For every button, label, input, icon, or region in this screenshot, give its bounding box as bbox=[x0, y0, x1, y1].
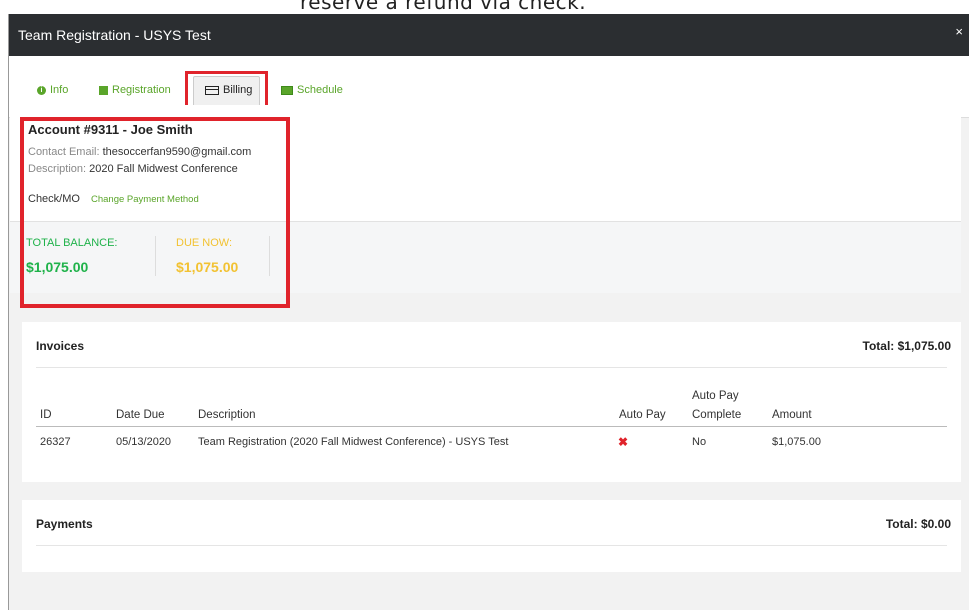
payments-card: Payments Total: $0.00 bbox=[22, 500, 961, 572]
invoices-title: Invoices bbox=[36, 339, 85, 353]
invoice-id: 26327 bbox=[40, 436, 71, 448]
column-header-auto-pay-complete-line2: Complete bbox=[692, 409, 742, 421]
invoice-date-due: 05/13/2020 bbox=[116, 436, 172, 448]
modal-title: Team Registration - USYS Test bbox=[18, 27, 211, 43]
auto-pay-x-icon: ✖ bbox=[618, 435, 629, 449]
invoices-total: Total: $1,075.00 bbox=[862, 339, 952, 353]
invoice-auto-pay-complete: No bbox=[692, 436, 707, 448]
invoices-card: Invoices Total: $1,075.00 ID Date Due De… bbox=[22, 322, 961, 482]
tab-schedule-label: Schedule bbox=[297, 84, 343, 96]
close-icon[interactable]: × bbox=[955, 24, 963, 39]
tab-schedule[interactable]: Schedule bbox=[281, 84, 343, 96]
column-header-date-due: Date Due bbox=[116, 409, 165, 421]
tab-info[interactable]: i Info bbox=[37, 84, 68, 96]
calendar-icon bbox=[281, 85, 293, 95]
column-header-auto-pay-complete-line1: Auto Pay bbox=[692, 390, 739, 402]
registration-icon bbox=[99, 85, 108, 95]
account-highlight bbox=[20, 117, 290, 308]
column-header-amount: Amount bbox=[772, 409, 812, 421]
payments-title: Payments bbox=[36, 517, 93, 531]
header-rule bbox=[36, 426, 947, 427]
column-header-id: ID bbox=[40, 409, 52, 421]
invoice-amount: $1,075.00 bbox=[772, 436, 821, 448]
column-header-auto-pay: Auto Pay bbox=[619, 409, 666, 421]
tab-registration-label: Registration bbox=[112, 84, 171, 96]
background-text: reserve a refund via check. bbox=[300, 0, 587, 14]
tab-info-label: Info bbox=[50, 84, 69, 96]
column-header-description: Description bbox=[198, 409, 256, 421]
invoice-description: Team Registration (2020 Fall Midwest Con… bbox=[198, 436, 509, 448]
modal-header: Team Registration - USYS Test × bbox=[9, 14, 969, 56]
payments-rule bbox=[36, 545, 947, 546]
info-icon: i bbox=[37, 85, 46, 95]
invoices-rule bbox=[36, 367, 947, 368]
payments-total: Total: $0.00 bbox=[885, 517, 951, 531]
tab-registration[interactable]: Registration bbox=[99, 84, 171, 96]
